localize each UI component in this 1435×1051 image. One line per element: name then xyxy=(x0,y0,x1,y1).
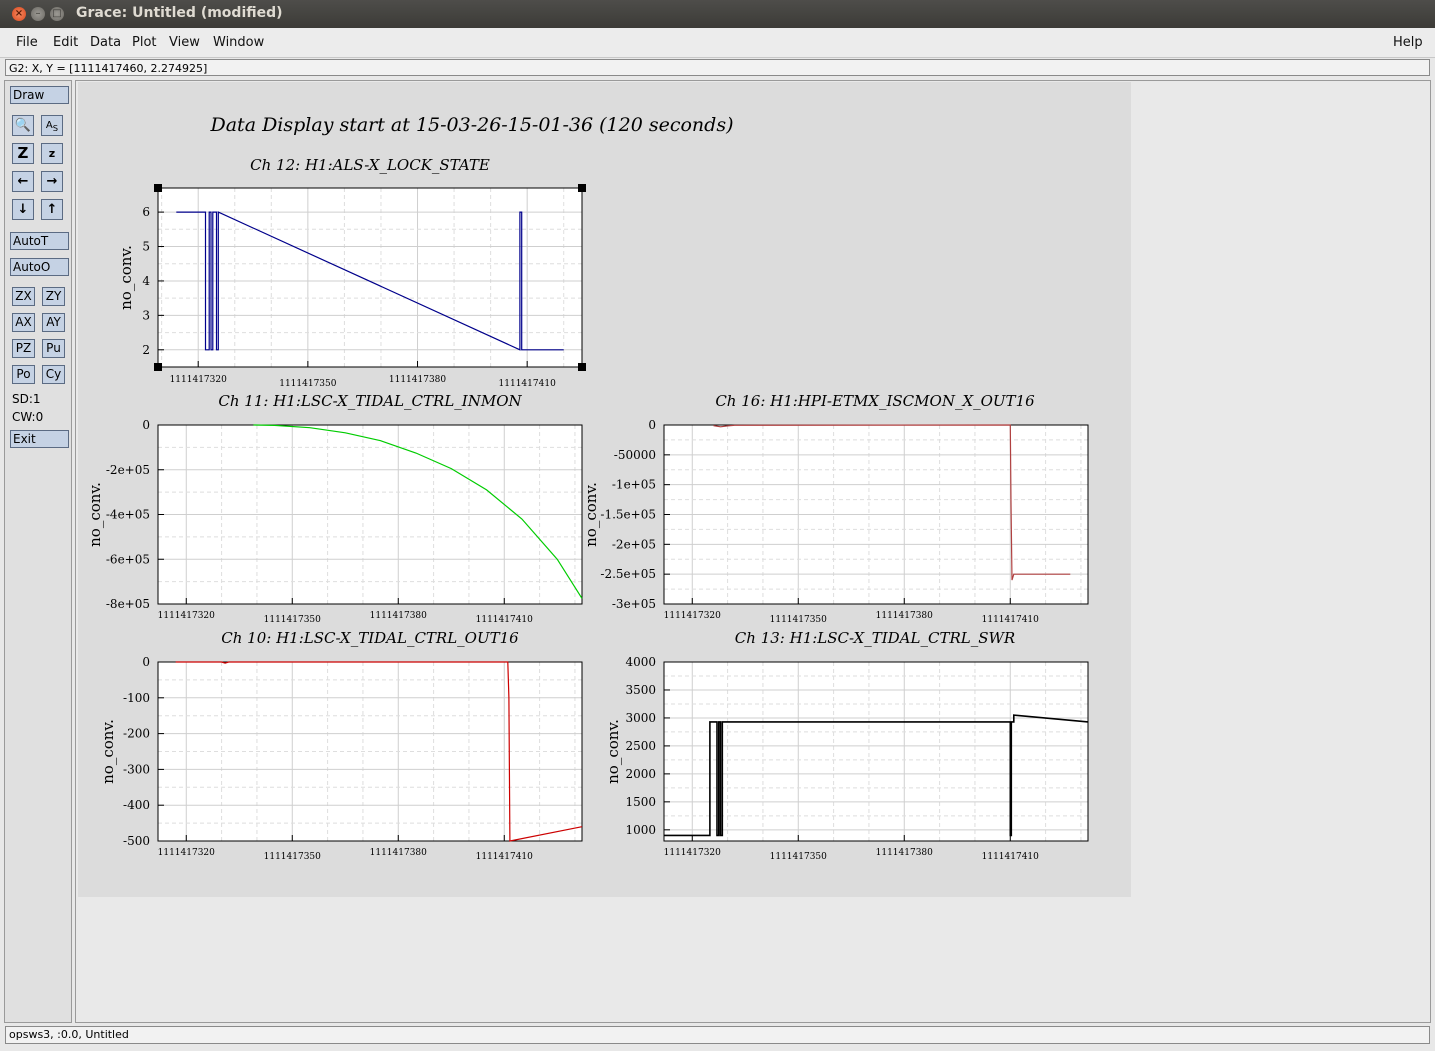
y-tick-label: 0 xyxy=(648,418,656,432)
y-tick-label: -6e+05 xyxy=(106,552,150,566)
x-tick-label: 1111417380 xyxy=(370,848,428,858)
y-tick-label: -100 xyxy=(123,691,150,705)
graph-frame-bg xyxy=(158,188,582,367)
y-tick-label: -2.5e+05 xyxy=(600,567,656,581)
x-tick-label: 1111417320 xyxy=(158,611,216,621)
x-tick-label: 1111417320 xyxy=(158,848,216,858)
y-tick-label: 0 xyxy=(142,418,150,432)
graph-title: Ch 11: H1:LSC-X_TIDAL_CTRL_INMON xyxy=(218,392,522,410)
y-tick-label: -400 xyxy=(123,798,150,812)
bottom-status-bar: opsws3, :0.0, Untitled xyxy=(5,1026,1430,1044)
x-tick-label: 1111417410 xyxy=(982,615,1040,625)
graph-3[interactable]: 0 -100 -200 -300 -400 -500 1111417320 111141735… xyxy=(99,629,583,862)
graph-title: Ch 13: H1:LSC-X_TIDAL_CTRL_SWR xyxy=(735,629,1015,647)
x-tick-label: 1111417320 xyxy=(664,848,722,858)
y-tick-label: -3e+05 xyxy=(612,597,656,611)
y-tick-label: -8e+05 xyxy=(106,597,150,611)
graph-title: Ch 12: H1:ALS-X_LOCK_STATE xyxy=(250,156,490,174)
y-tick-label: 0 xyxy=(142,655,150,669)
y-tick-label: -1e+05 xyxy=(612,478,656,492)
y-tick-label: 2 xyxy=(142,343,150,357)
y-tick-label: 1500 xyxy=(625,795,656,809)
y-tick-label: -300 xyxy=(123,762,150,776)
selection-handle[interactable] xyxy=(154,363,162,371)
y-tick-label: 2500 xyxy=(625,739,656,753)
y-tick-label: -2e+05 xyxy=(612,537,656,551)
y-tick-label: 5 xyxy=(142,240,150,254)
y-tick-label: 4000 xyxy=(625,655,656,669)
selection-handle[interactable] xyxy=(578,363,586,371)
y-tick-label: -2e+05 xyxy=(106,463,150,477)
x-tick-label: 1111417320 xyxy=(170,375,228,385)
graph-2[interactable]: 0 -50000 -1e+05 -1.5e+05 -2e+05 -2.5e+05 -3e+0… xyxy=(582,392,1089,625)
y-tick-label: -50000 xyxy=(614,448,656,462)
x-tick-label: 1111417350 xyxy=(770,615,828,625)
x-tick-label: 1111417380 xyxy=(389,375,447,385)
x-tick-label: 1111417320 xyxy=(664,611,722,621)
y-tick-label: -500 xyxy=(123,834,150,848)
x-tick-label: 1111417350 xyxy=(279,379,337,389)
x-tick-label: 1111417380 xyxy=(370,611,428,621)
x-tick-label: 1111417350 xyxy=(264,615,322,625)
graph-title: Ch 16: H1:HPI-ETMX_ISCMON_X_OUT16 xyxy=(715,392,1035,410)
y-tick-label: 4 xyxy=(142,274,150,288)
y-tick-label: -1.5e+05 xyxy=(600,508,656,522)
plot-canvas[interactable]: Data Display start at 15-03-26-15-01-36 … xyxy=(0,0,1435,1051)
page-title: Data Display start at 15-03-26-15-01-36 … xyxy=(210,114,734,136)
x-tick-label: 1111417410 xyxy=(476,852,534,862)
y-axis-label: no_conv. xyxy=(86,482,104,547)
x-tick-label: 1111417380 xyxy=(876,611,934,621)
y-tick-label: -4e+05 xyxy=(106,508,150,522)
graph-frame-bg xyxy=(664,662,1088,841)
x-tick-label: 1111417410 xyxy=(499,379,557,389)
y-tick-label: 6 xyxy=(142,205,150,219)
y-axis-label: no_conv. xyxy=(604,719,622,784)
y-axis-label: no_conv. xyxy=(582,482,600,547)
y-tick-label: 3000 xyxy=(625,711,656,725)
y-tick-label: 3500 xyxy=(625,683,656,697)
selection-handle[interactable] xyxy=(154,184,162,192)
graph-1[interactable]: 0 -2e+05 -4e+05 -6e+05 -8e+05 1111417320 11114… xyxy=(86,392,583,625)
x-tick-label: 1111417350 xyxy=(264,852,322,862)
x-tick-label: 1111417380 xyxy=(876,848,934,858)
y-tick-label: 2000 xyxy=(625,767,656,781)
y-tick-label: 3 xyxy=(142,308,150,322)
y-tick-label: -200 xyxy=(123,727,150,741)
graph-title: Ch 10: H1:LSC-X_TIDAL_CTRL_OUT16 xyxy=(221,629,519,647)
graph-0[interactable]: 2 3 4 5 6 1111417320 1111417350 1111417380 11114… xyxy=(117,156,586,389)
graph-4[interactable]: 1000 1500 2000 2500 3000 3500 4000 1111417320 11… xyxy=(604,629,1089,862)
selection-handle[interactable] xyxy=(578,184,586,192)
x-tick-label: 1111417410 xyxy=(982,852,1040,862)
x-tick-label: 1111417410 xyxy=(476,615,534,625)
y-axis-label: no_conv. xyxy=(117,245,135,310)
y-tick-label: 1000 xyxy=(625,823,656,837)
x-tick-label: 1111417350 xyxy=(770,852,828,862)
y-axis-label: no_conv. xyxy=(99,719,117,784)
